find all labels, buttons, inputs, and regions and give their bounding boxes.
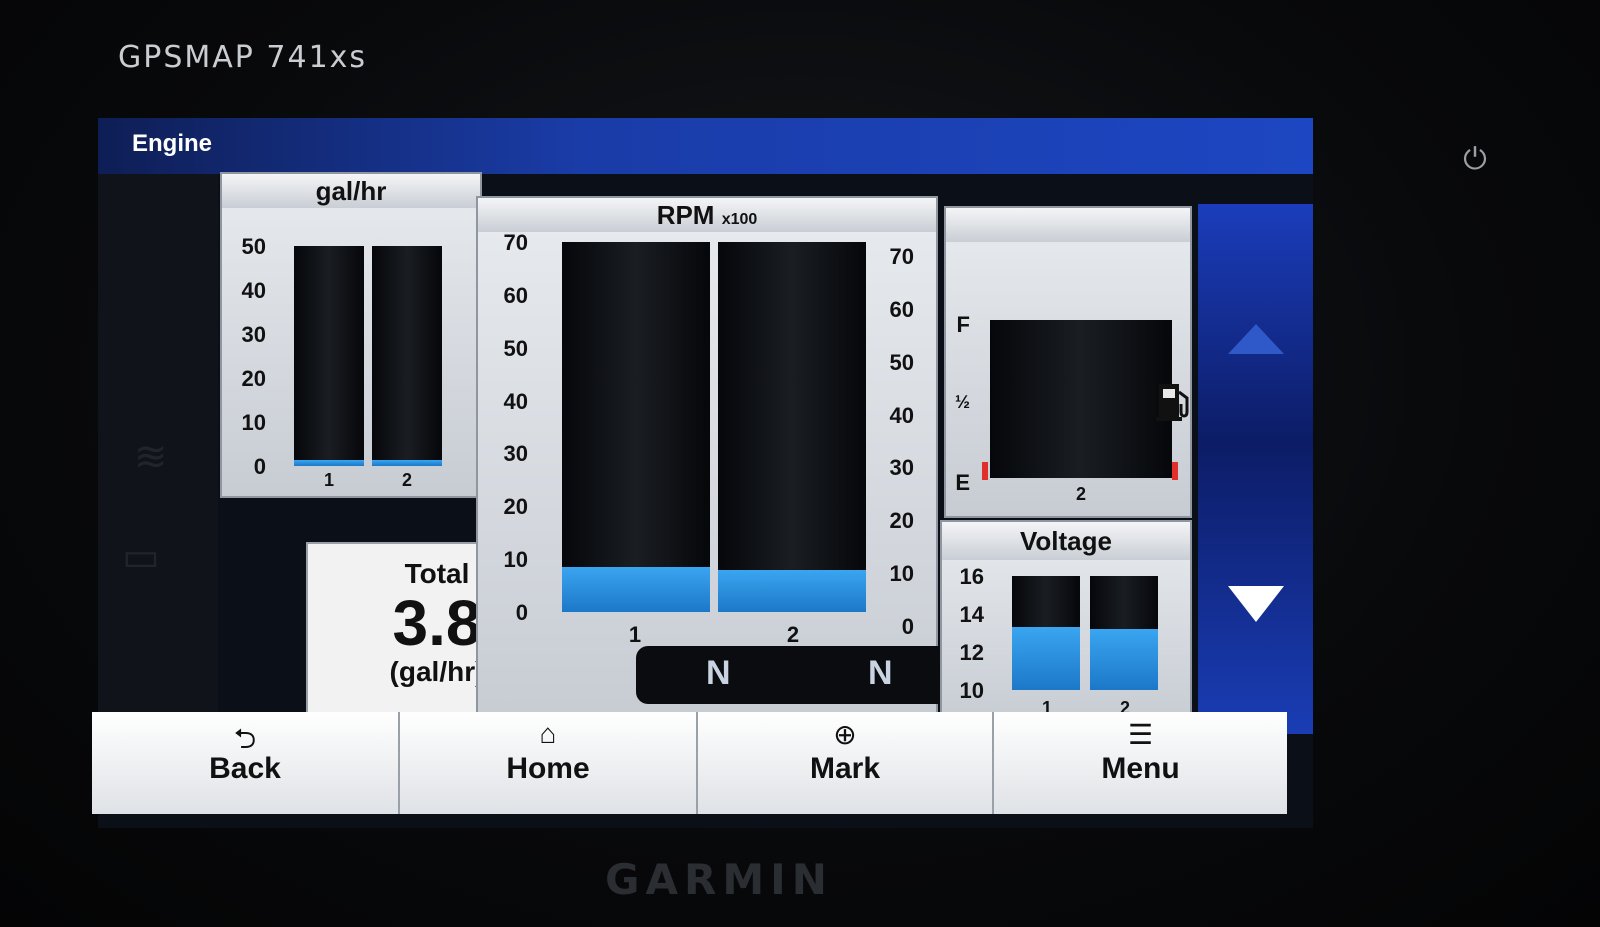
fuel-level-half-label: ½ — [954, 392, 970, 412]
scroll-down-icon[interactable] — [1228, 586, 1284, 622]
voltage-header: Voltage — [942, 522, 1190, 560]
ghost-engine-icon: ≋ — [134, 435, 168, 479]
rpm-right-tick-label: 0 — [901, 614, 914, 639]
left-side-strip: ≋ ▭ — [98, 174, 218, 734]
rpm-right-tick-label: 70 — [889, 244, 914, 269]
voltage-tick-label: 10 — [959, 678, 984, 703]
mark-button[interactable]: ⊕ Mark — [698, 712, 994, 814]
menu-button-label: Menu — [1101, 752, 1180, 785]
rpm-right-tick-label: 50 — [889, 349, 914, 375]
rpm-bar-1 — [562, 242, 710, 612]
voltage-bar-1 — [1012, 576, 1080, 690]
voltage-tick-label: 12 — [959, 640, 984, 665]
voltage-gauge[interactable]: Voltage 16 14 12 10 1 2 — [940, 520, 1192, 726]
gear-engine-1: N — [706, 654, 731, 692]
rpm-header-label: RPM — [656, 200, 715, 230]
v-f1-fill — [1090, 629, 1158, 690]
fuel-pump-icon — [1156, 384, 1189, 421]
voltage-tick-label: 14 — [959, 602, 984, 627]
rpm-left-tick-label: 60 — [503, 282, 528, 308]
rpm-left-tick-label: 30 — [503, 441, 528, 467]
fuel-rate-gauge[interactable]: gal/hr 50 40 30 20 10 0 1 2 — [220, 172, 482, 498]
power-button-icon[interactable]: ⏻ — [1455, 140, 1495, 180]
menu-button[interactable]: ☰ Menu — [994, 712, 1287, 814]
fuel-rate-bar-1 — [294, 246, 364, 466]
fuel-low-warning-left — [982, 462, 988, 480]
fuel-rate-tick-label: 40 — [241, 278, 266, 303]
fr-f0-fill — [294, 460, 364, 466]
fuel-rate-tick-label: 0 — [253, 454, 266, 479]
back-arrow-icon: ⮌ — [233, 723, 257, 754]
rpm-left-tick-label: 20 — [503, 494, 528, 520]
v-f0-fill — [1012, 627, 1080, 690]
page-title: Engine — [132, 130, 213, 157]
rpm-right-tick-label: 60 — [889, 296, 914, 322]
rpm-engine-1-label: 1 — [628, 622, 642, 647]
fuel-level-tank-bar — [990, 320, 1172, 478]
rpm-left-tick-label: 0 — [515, 600, 528, 625]
rpm-left-tick-label: 10 — [503, 547, 528, 573]
rpm-right-tick-label: 40 — [889, 402, 914, 428]
rpm-header-suffix: x100 — [721, 211, 758, 228]
brand-logo: GARMIN — [605, 855, 833, 904]
fuel-rate-engine-1-label: 1 — [323, 470, 334, 490]
fuel-rate-engine-2-label: 2 — [401, 470, 412, 490]
rpm-header: RPM x100 — [478, 198, 936, 232]
rpm-left-tick-label: 40 — [503, 388, 528, 414]
rpm-left-tick-label: 50 — [503, 335, 528, 361]
voltage-tick-label: 16 — [959, 564, 984, 589]
fuel-rate-tick-label: 10 — [241, 410, 266, 435]
fuel-level-gauge[interactable]: F ½ E 2 — [944, 206, 1192, 518]
scroll-up-icon[interactable] — [1228, 324, 1284, 354]
fuel-low-warning-right — [1172, 462, 1178, 480]
fuel-tank-label: 2 — [1075, 484, 1086, 504]
home-button-label: Home — [506, 752, 590, 785]
menu-icon: ☰ — [1127, 719, 1154, 750]
fuel-level-full-label: F — [956, 312, 970, 337]
rpm-right-tick-label: 10 — [889, 561, 914, 587]
ghost-panel-icon: ▭ — [122, 535, 160, 579]
voltage-bar-2 — [1090, 576, 1158, 690]
fr-f1-fill — [372, 460, 442, 466]
rpm-right-tick-label: 20 — [889, 508, 914, 534]
mark-crosshair-icon: ⊕ — [833, 719, 857, 750]
home-button[interactable]: ⌂ Home — [400, 712, 698, 814]
rpm-f1-fill — [718, 569, 866, 612]
back-button-label: Back — [209, 752, 281, 785]
fuel-rate-tick-label: 30 — [241, 322, 266, 347]
rpm-f0-fill — [562, 567, 710, 612]
back-button[interactable]: ⮌ Back — [92, 712, 400, 814]
page-scroll-bar — [1198, 204, 1313, 734]
fuel-level-empty-label: E — [955, 470, 970, 495]
fuel-rate-bar-2 — [372, 246, 442, 466]
rpm-engine-2-label: 2 — [786, 622, 800, 647]
fuel-rate-header: gal/hr — [222, 174, 480, 208]
rpm-right-tick-label: 30 — [889, 455, 914, 481]
rpm-left-tick-label: 70 — [503, 230, 528, 255]
mark-button-label: Mark — [809, 752, 881, 785]
fuel-level-header — [946, 208, 1190, 242]
fuel-rate-tick-label: 20 — [241, 366, 266, 391]
gear-indicator: N N — [636, 646, 968, 704]
rpm-bar-2 — [718, 242, 866, 612]
title-bar: Engine — [98, 118, 1313, 174]
softkey-bar: ⮌ Back ⌂ Home ⊕ Mark ☰ Menu — [92, 712, 1287, 814]
home-icon: ⌂ — [539, 718, 557, 749]
gear-engine-2: N — [868, 654, 893, 692]
fuel-rate-tick-label: 50 — [241, 234, 266, 259]
model-name: GPSMAP 741xs — [118, 40, 368, 75]
